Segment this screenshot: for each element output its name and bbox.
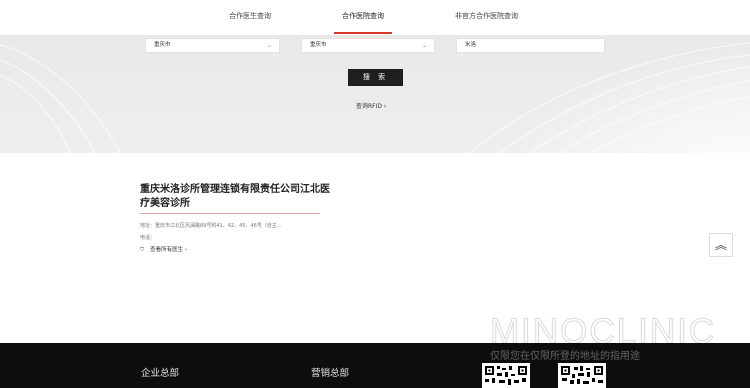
doctor-icon: ⛉	[140, 247, 145, 253]
tab-doctor-query[interactable]: 合作医生查询	[229, 11, 271, 21]
province-select-value: 重庆市	[154, 42, 171, 48]
watermark-caption: 仅限您在仅限所登的地址的指用途	[490, 351, 640, 362]
view-all-doctors-link[interactable]: ⛉ 查看所有医生 ›	[140, 245, 187, 254]
clinic-phone: 电话：	[140, 235, 156, 241]
keyword-input[interactable]: 米洛	[456, 38, 605, 53]
search-panel: 重庆市 ⌄ 重庆市 ⌄ 米洛 搜 索 查询RFID ›	[0, 35, 750, 153]
footer-marketing-heading: 营销总部	[311, 368, 350, 379]
tab-unofficial-hospital-query[interactable]: 非官方合作医院查询	[455, 11, 518, 21]
qr-code	[482, 363, 530, 388]
clinic-address: 地址：重庆市江北区风澜路89号附41、42、45、46号（自主...	[140, 223, 282, 229]
double-chevron-up-icon: ︽	[714, 238, 727, 252]
city-select-value: 重庆市	[310, 42, 327, 48]
back-to-top-button[interactable]: ︽	[709, 233, 733, 257]
keyword-input-value: 米洛	[465, 42, 477, 48]
footer-hq-heading: 企业总部	[141, 368, 180, 379]
divider	[140, 213, 320, 214]
query-tabs: 合作医生查询 合作医院查询 非官方合作医院查询	[0, 0, 750, 35]
province-select[interactable]: 重庆市 ⌄	[145, 38, 280, 53]
search-button[interactable]: 搜 索	[348, 69, 403, 86]
qr-code	[558, 363, 606, 388]
view-all-doctors-label: 查看所有医生 ›	[150, 247, 188, 253]
active-tab-indicator	[334, 32, 392, 34]
clinic-name: 重庆米洛诊所管理连锁有限责任公司江北医疗美容诊所	[140, 184, 330, 209]
chevron-down-icon: ⌄	[266, 42, 272, 49]
rfid-query-link[interactable]: 查询RFID ›	[356, 101, 386, 110]
tab-hospital-query[interactable]: 合作医院查询	[342, 11, 384, 21]
chevron-down-icon: ⌄	[421, 42, 427, 49]
city-select[interactable]: 重庆市 ⌄	[301, 38, 435, 53]
